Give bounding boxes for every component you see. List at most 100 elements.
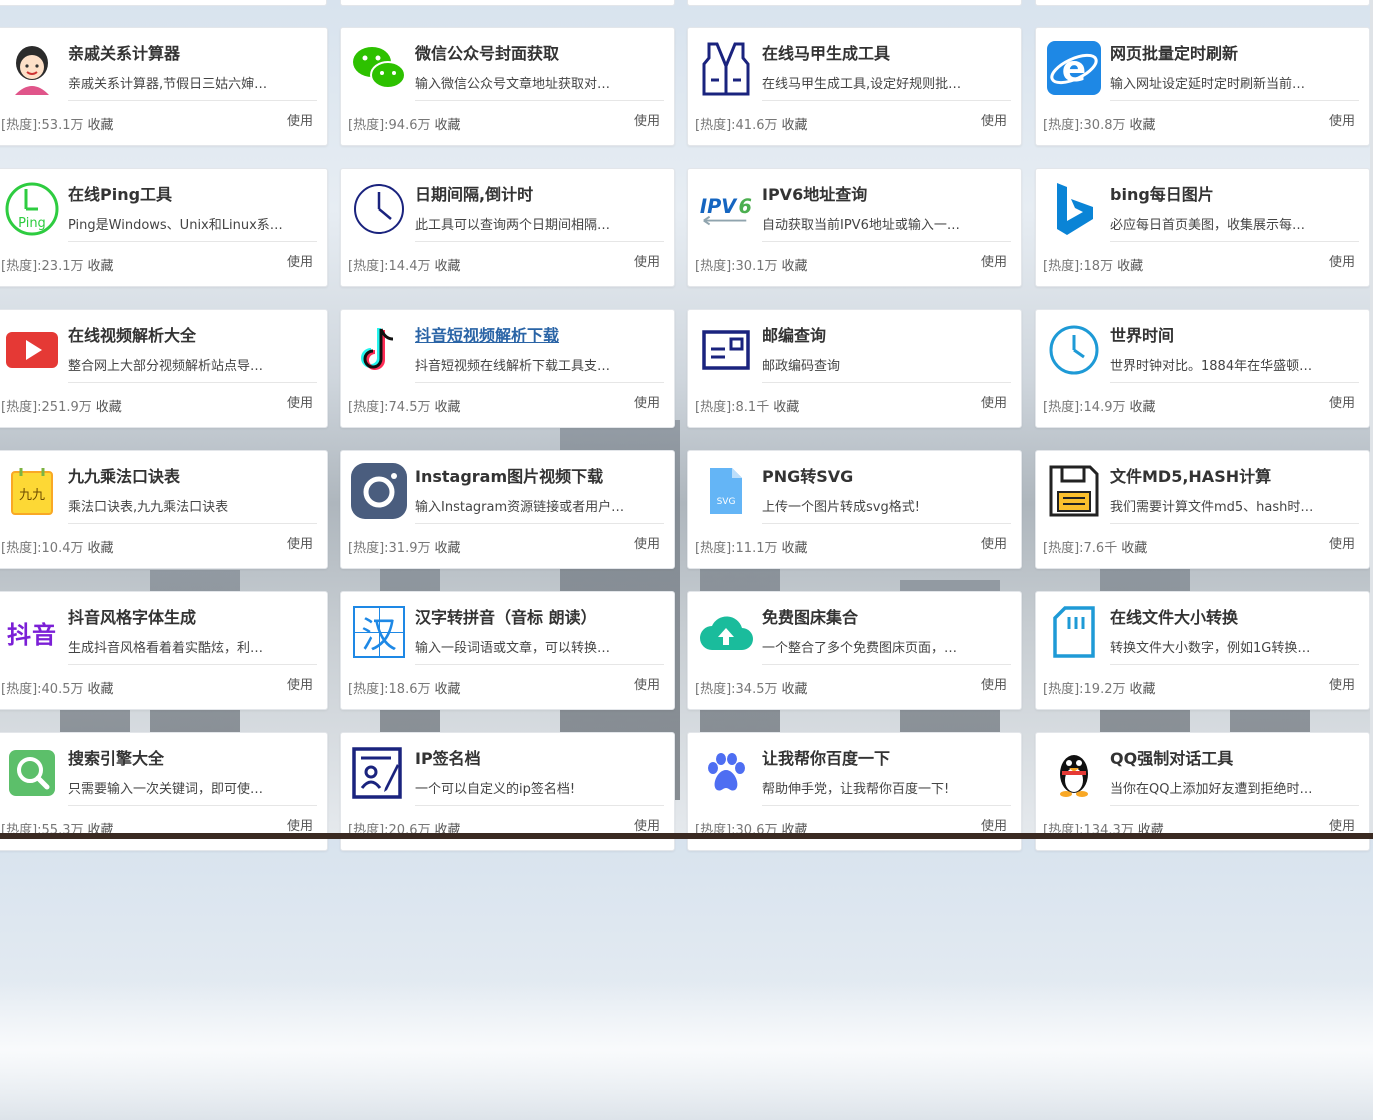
tool-description: 必应每日首页美图，收集展示每…	[1110, 218, 1306, 233]
tool-title[interactable]: 汉字转拼音（音标 朗读）	[415, 604, 597, 628]
use-button[interactable]: 使用	[981, 392, 1007, 411]
wechat-icon	[351, 40, 407, 96]
use-button[interactable]: 使用	[981, 533, 1007, 552]
tool-card[interactable]: IPV 6 IPV6地址查询 自动获取当前IPV6地址或输入一… [热度]:30.…	[687, 168, 1022, 287]
favorite-link[interactable]: 收藏	[434, 259, 460, 274]
tool-card[interactable]: 邮编查询 邮政编码查询 [热度]:8.1千 收藏 使用	[687, 309, 1022, 428]
tool-card[interactable]: 微信公众号封面获取 输入微信公众号文章地址获取对… [热度]:94.6万 收藏 使…	[340, 27, 675, 146]
use-button[interactable]: 使用	[981, 110, 1007, 129]
divider	[68, 805, 317, 806]
tool-card[interactable]: 免费图床集合 一个整合了多个免费图床页面，… [热度]:34.5万 收藏 使用	[687, 591, 1022, 710]
use-button[interactable]: 使用	[634, 110, 660, 129]
tool-card[interactable]: 文件MD5,HASH计算 我们需要计算文件md5、hash时… [热度]:7.6…	[1035, 450, 1370, 569]
favorite-link[interactable]: 收藏	[1121, 541, 1147, 556]
tool-card[interactable]: 在线马甲生成工具 在线马甲生成工具,设定好规则批… [热度]:41.6万 收藏 使…	[687, 27, 1022, 146]
favorite-link[interactable]: 收藏	[87, 541, 113, 556]
favorite-link[interactable]: 收藏	[87, 682, 113, 697]
use-button[interactable]: 使用	[634, 674, 660, 693]
tool-card[interactable]: e 网页批量定时刷新 输入网址设定延时定时刷新当前… [热度]:30.8万 收藏 …	[1035, 27, 1370, 146]
hot-count: [热度]:251.9万	[1, 400, 92, 415]
tool-title[interactable]: 在线Ping工具	[68, 181, 172, 205]
hanzi-icon: 汉	[351, 604, 407, 660]
use-button[interactable]: 使用	[634, 815, 660, 834]
use-button[interactable]: 使用	[287, 110, 313, 129]
favorite-link[interactable]: 收藏	[1117, 259, 1143, 274]
tool-title[interactable]: 抖音短视频解析下载	[415, 322, 559, 346]
tool-title[interactable]: 文件MD5,HASH计算	[1110, 463, 1271, 487]
use-button[interactable]: 使用	[981, 251, 1007, 270]
favorite-link[interactable]: 收藏	[434, 400, 460, 415]
tool-card[interactable]: 抖音 抖音风格字体生成 生成抖音风格看着着实酷炫，利… [热度]:40.5万 收藏…	[0, 591, 328, 710]
use-button[interactable]: 使用	[1329, 110, 1355, 129]
tool-title[interactable]: 在线文件大小转换	[1110, 604, 1238, 628]
use-button[interactable]: 使用	[287, 251, 313, 270]
paw-icon	[698, 745, 754, 801]
tool-card[interactable]: Ping 在线Ping工具 Ping是Windows、Unix和Linux系… …	[0, 168, 328, 287]
tool-title[interactable]: 微信公众号封面获取	[415, 40, 559, 64]
tool-title[interactable]: 搜索引擎大全	[68, 745, 164, 769]
use-button[interactable]: 使用	[1329, 674, 1355, 693]
tool-title[interactable]: 邮编查询	[762, 322, 826, 346]
use-button[interactable]: 使用	[1329, 533, 1355, 552]
use-button[interactable]: 使用	[1329, 815, 1355, 834]
tool-title[interactable]: 网页批量定时刷新	[1110, 40, 1238, 64]
tool-card[interactable]: 世界时间 世界时钟对比。1884年在华盛顿… [热度]:14.9万 收藏 使用	[1035, 309, 1370, 428]
favorite-link[interactable]: 收藏	[781, 259, 807, 274]
tool-description: Ping是Windows、Unix和Linux系…	[68, 218, 283, 233]
tool-title[interactable]: 世界时间	[1110, 322, 1174, 346]
use-button[interactable]: 使用	[634, 533, 660, 552]
video-play-icon	[4, 322, 60, 378]
tool-title[interactable]: Instagram图片视频下载	[415, 463, 603, 487]
favorite-link[interactable]: 收藏	[781, 118, 807, 133]
tool-title[interactable]: PNG转SVG	[762, 463, 853, 487]
tool-description: 此工具可以查询两个日期间相隔…	[415, 218, 611, 233]
favorite-link[interactable]: 收藏	[1129, 400, 1155, 415]
use-button[interactable]: 使用	[981, 674, 1007, 693]
use-button[interactable]: 使用	[1329, 392, 1355, 411]
tool-title[interactable]: 抖音风格字体生成	[68, 604, 196, 628]
favorite-link[interactable]: 收藏	[1129, 682, 1155, 697]
favorite-link[interactable]: 收藏	[781, 541, 807, 556]
hot-count: [热度]:53.1万	[1, 118, 84, 133]
use-button[interactable]: 使用	[1329, 251, 1355, 270]
tool-title[interactable]: 在线视频解析大全	[68, 322, 196, 346]
tool-card[interactable]: 日期间隔,倒计时 此工具可以查询两个日期间相隔… [热度]:14.4万 收藏 使用	[340, 168, 675, 287]
tool-card[interactable]: 九九 九九乘法口诀表 乘法口诀表,九九乘法口诀表 [热度]:10.4万 收藏 使用	[0, 450, 328, 569]
tool-card[interactable]: 抖音短视频解析下载 抖音短视频在线解析下载工具支… [热度]:74.5万 收藏 使…	[340, 309, 675, 428]
use-button[interactable]: 使用	[634, 251, 660, 270]
tool-card[interactable]: bing每日图片 必应每日首页美图，收集展示每… [热度]:18万 收藏 使用	[1035, 168, 1370, 287]
favorite-link[interactable]: 收藏	[1129, 118, 1155, 133]
tool-card[interactable]: 在线文件大小转换 转换文件大小数字，例如1G转换… [热度]:19.2万 收藏 使…	[1035, 591, 1370, 710]
use-button[interactable]: 使用	[287, 392, 313, 411]
favorite-link[interactable]: 收藏	[87, 118, 113, 133]
use-button[interactable]: 使用	[287, 533, 313, 552]
use-button[interactable]: 使用	[981, 815, 1007, 834]
tool-title[interactable]: 日期间隔,倒计时	[415, 181, 533, 205]
favorite-link[interactable]: 收藏	[781, 682, 807, 697]
tool-title[interactable]: bing每日图片	[1110, 181, 1214, 205]
use-button[interactable]: 使用	[287, 815, 313, 834]
tool-card[interactable]: 亲戚关系计算器 亲戚关系计算器,节假日三姑六婶… [热度]:53.1万 收藏 使用	[0, 27, 328, 146]
tool-description: 输入微信公众号文章地址获取对…	[415, 77, 611, 92]
tool-title[interactable]: IPV6地址查询	[762, 181, 867, 205]
tool-title[interactable]: 九九乘法口诀表	[68, 463, 180, 487]
favorite-link[interactable]: 收藏	[87, 259, 113, 274]
tool-card[interactable]: SVG PNG转SVG 上传一个图片转成svg格式! [热度]:11.1万 收藏 …	[687, 450, 1022, 569]
tool-card[interactable]: Instagram图片视频下载 输入Instagram资源链接或者用户… [热度…	[340, 450, 675, 569]
use-button[interactable]: 使用	[634, 392, 660, 411]
favorite-link[interactable]: 收藏	[773, 400, 799, 415]
tool-title[interactable]: IP签名档	[415, 745, 481, 769]
favorite-link[interactable]: 收藏	[96, 400, 122, 415]
favorite-link[interactable]: 收藏	[434, 541, 460, 556]
favorite-link[interactable]: 收藏	[434, 682, 460, 697]
tool-title[interactable]: 亲戚关系计算器	[68, 40, 180, 64]
tool-title[interactable]: 免费图床集合	[762, 604, 858, 628]
search-icon	[4, 745, 60, 801]
use-button[interactable]: 使用	[287, 674, 313, 693]
tool-card[interactable]: 在线视频解析大全 整合网上大部分视频解析站点导… [热度]:251.9万 收藏 使…	[0, 309, 328, 428]
tool-title[interactable]: 在线马甲生成工具	[762, 40, 890, 64]
favorite-link[interactable]: 收藏	[434, 118, 460, 133]
tool-title[interactable]: 让我帮你百度一下	[762, 745, 890, 769]
tool-title[interactable]: QQ强制对话工具	[1110, 745, 1233, 769]
tool-card[interactable]: 汉 汉字转拼音（音标 朗读） 输入一段词语或文章，可以转换… [热度]:18.6…	[340, 591, 675, 710]
